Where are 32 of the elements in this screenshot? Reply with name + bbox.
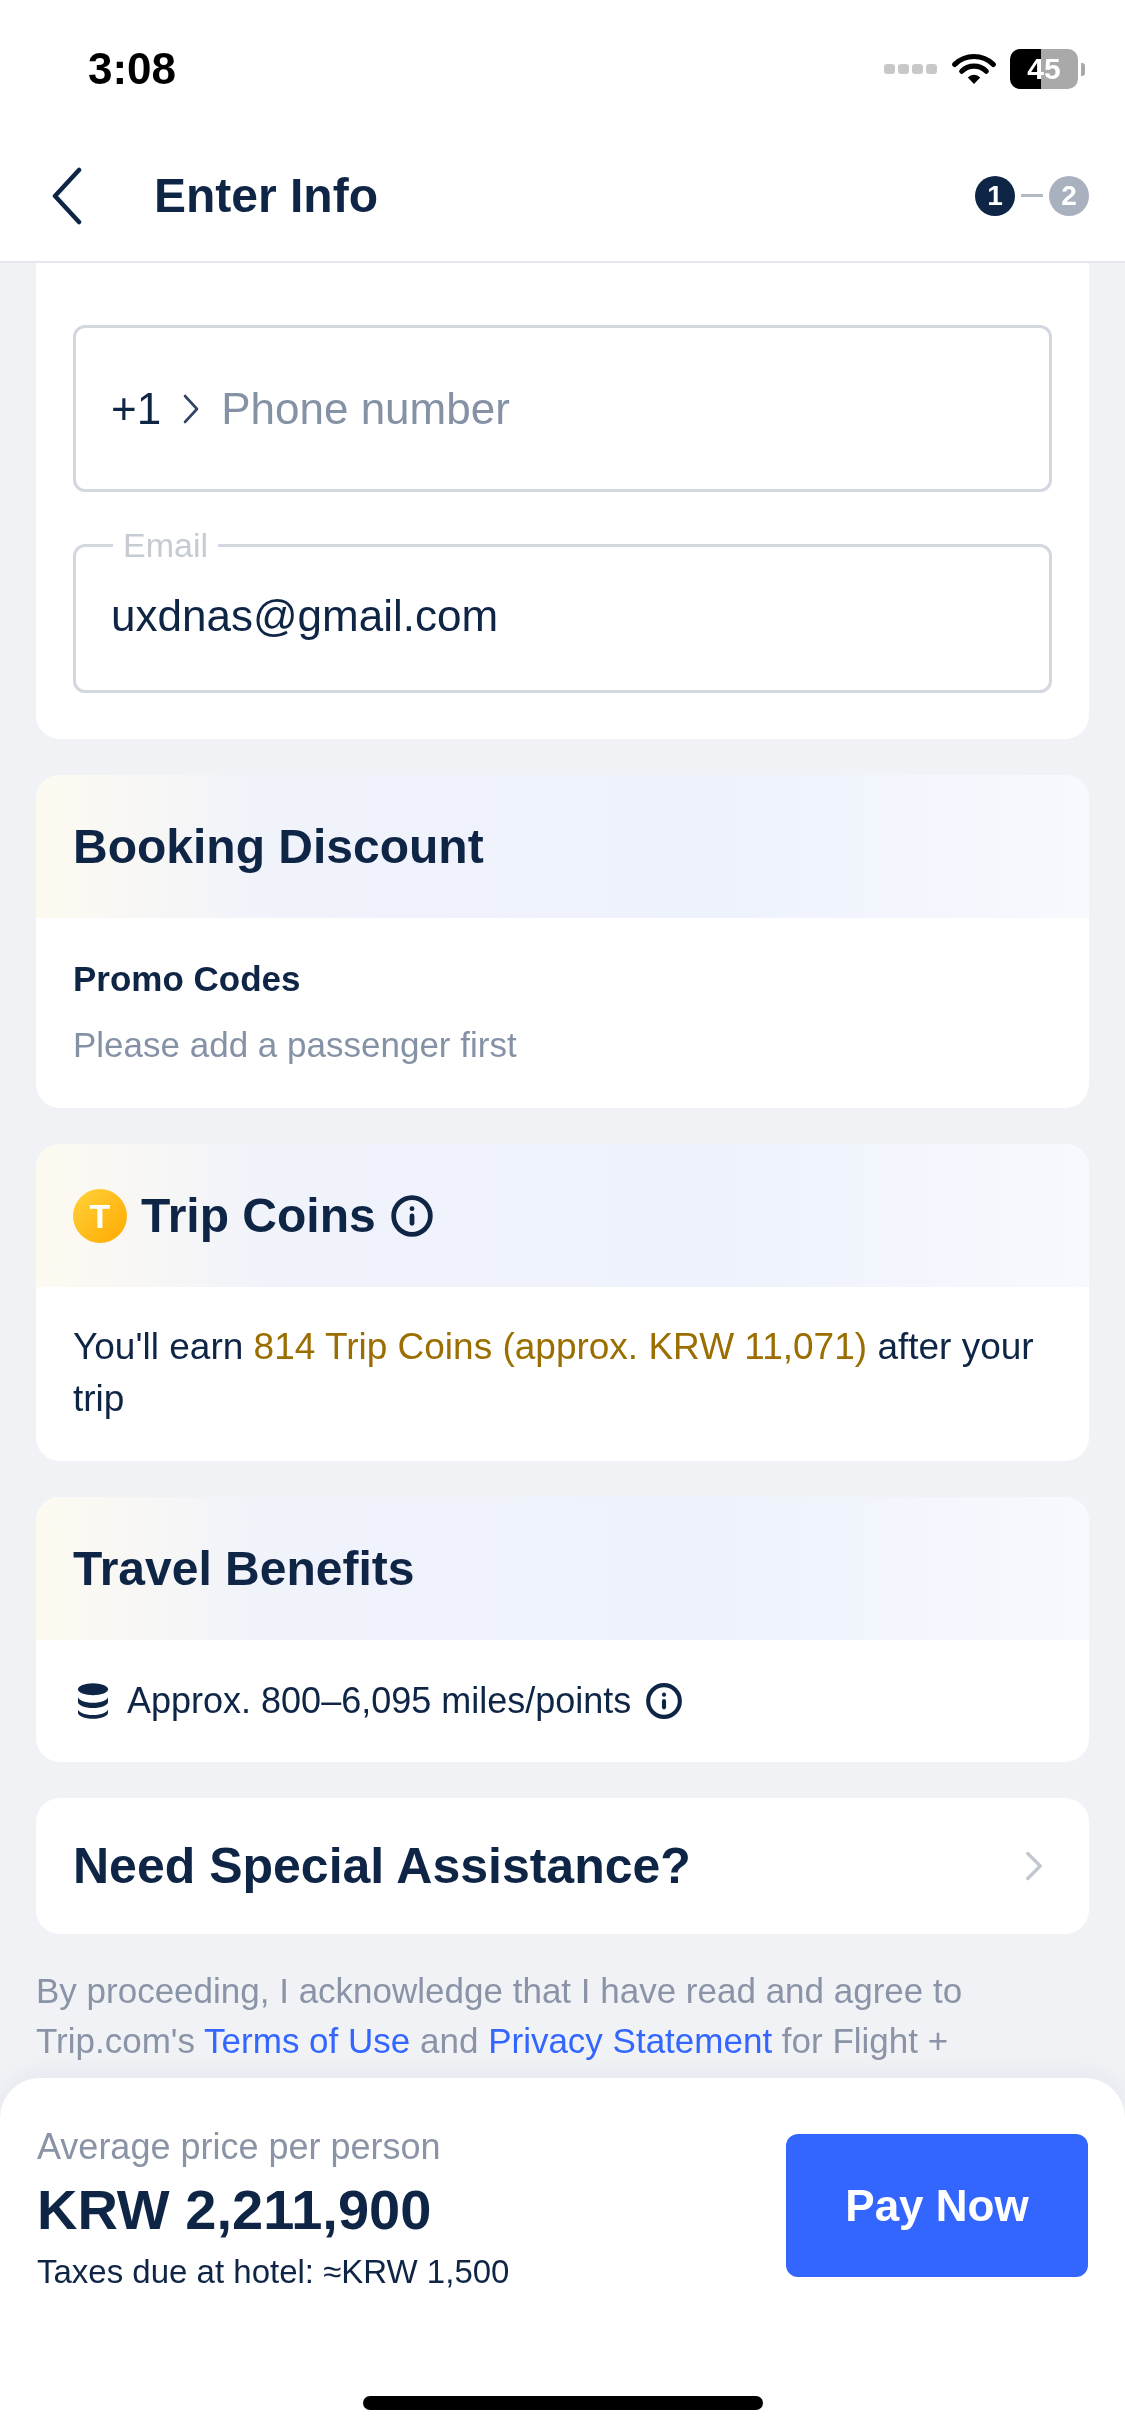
pay-now-button[interactable]: Pay Now — [786, 2134, 1088, 2277]
terms-of-use-link[interactable]: Terms of Use — [204, 2021, 411, 2060]
chevron-right-icon — [183, 393, 200, 424]
privacy-statement-link[interactable]: Privacy Statement — [488, 2021, 773, 2060]
price-label: Average price per person — [37, 2125, 442, 2169]
signal-icon — [884, 63, 938, 75]
info-icon[interactable] — [645, 1682, 684, 1720]
page-title: Enter Info — [154, 167, 378, 224]
section-title: Booking Discount — [73, 818, 484, 875]
miles-estimate: Approx. 800–6,095 miles/points — [127, 1679, 632, 1723]
phone-number-input[interactable]: Phone number — [221, 375, 1014, 442]
step-indicator: 2 — [1049, 175, 1089, 216]
status-time: 3:08 — [88, 47, 177, 91]
section-title: Travel Benefits — [73, 1540, 415, 1597]
coin-icon: T — [73, 1188, 127, 1243]
hotel-taxes-note: Taxes due at hotel: ≈KRW 1,500 — [37, 2252, 510, 2292]
price-amount: KRW 2,211,900 — [37, 2177, 433, 2243]
step-connector — [1021, 194, 1043, 197]
email-input[interactable]: uxdnas@gmail.com — [111, 568, 1014, 664]
terms-notice: By proceeding, I acknowledge that I have read and agree to Trip.com's Terms of Use and Privacy Statement for Flight + — [36, 1970, 964, 2062]
info-icon[interactable] — [389, 1193, 434, 1238]
promo-codes-label: Promo Codes — [73, 958, 302, 1000]
phone-field[interactable]: +1 Phone number — [73, 325, 1052, 492]
country-code-selector[interactable]: +1 — [111, 375, 200, 442]
section-title: Trip Coins — [141, 1187, 376, 1244]
wifi-icon — [952, 52, 996, 86]
back-chevron-icon — [52, 166, 82, 225]
email-label: Email — [122, 528, 210, 562]
coins-earn-message: You'll earn 814 Trip Coins (approx. KRW 11,071) after your trip — [73, 1325, 1035, 1421]
special-assistance-row[interactable]: Need Special Assistance? — [36, 1798, 1089, 1934]
promo-codes-hint: Please add a passenger first — [73, 1024, 518, 1066]
step-indicator: 1 — [975, 175, 1015, 216]
